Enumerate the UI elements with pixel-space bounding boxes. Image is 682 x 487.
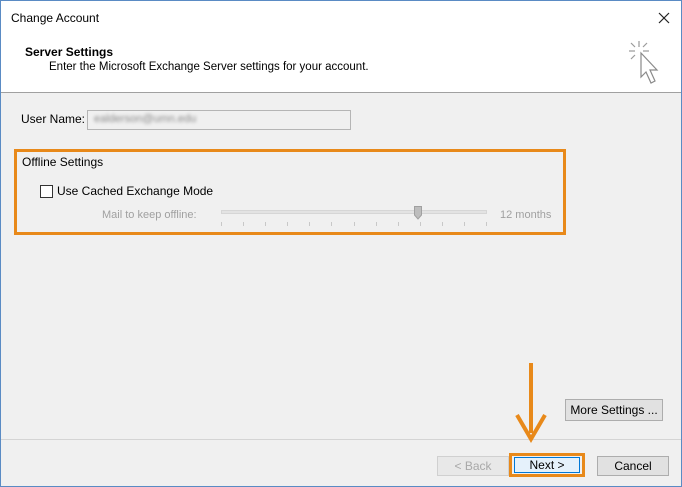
content-area: User Name: ealderson@umn.edu Offline Set…: [1, 94, 681, 439]
pointer-click-icon: [629, 41, 659, 84]
back-button[interactable]: < Back: [437, 456, 509, 476]
slider-tick: [464, 222, 465, 226]
slider-tick: [243, 222, 244, 226]
slider-tick: [331, 222, 332, 226]
window-title: Change Account: [11, 11, 100, 25]
slider-tick: [265, 222, 266, 226]
offline-settings-label: Offline Settings: [22, 155, 104, 169]
offline-settings-group: Offline Settings Use Cached Exchange Mod…: [14, 149, 566, 235]
page-title: Server Settings: [25, 45, 114, 59]
slider-tick: [287, 222, 288, 226]
slider-tick: [221, 222, 222, 226]
down-arrow-icon: [515, 363, 547, 443]
next-button[interactable]: Next >: [514, 457, 580, 473]
keep-offline-label: Mail to keep offline:: [102, 209, 197, 221]
change-account-window: Change Account Server Settings Enter the…: [0, 0, 682, 487]
slider-tick: [354, 222, 355, 226]
cached-mode-label: Use Cached Exchange Mode: [57, 184, 214, 198]
slider-tick: [309, 222, 310, 226]
slider-tick: [442, 222, 443, 226]
slider-tick: [398, 222, 399, 226]
username-field[interactable]: ealderson@umn.edu: [87, 110, 351, 130]
keep-offline-slider[interactable]: [221, 206, 487, 230]
slider-tick: [376, 222, 377, 226]
slider-thumb[interactable]: [414, 206, 422, 220]
slider-tick: [420, 222, 421, 226]
next-button-highlight: Next >: [509, 453, 585, 477]
username-label: User Name:: [21, 112, 86, 126]
page-subtitle: Enter the Microsoft Exchange Server sett…: [49, 61, 369, 73]
slider-track: [221, 210, 487, 214]
close-icon: [658, 12, 670, 24]
cached-mode-option[interactable]: Use Cached Exchange Mode: [40, 184, 213, 198]
keep-offline-value: 12 months: [500, 209, 552, 221]
cached-mode-checkbox[interactable]: [40, 184, 53, 198]
slider-tick: [486, 222, 487, 226]
close-button[interactable]: [653, 7, 675, 29]
more-settings-button[interactable]: More Settings ...: [565, 399, 663, 421]
cancel-button[interactable]: Cancel: [597, 456, 669, 476]
footer-divider: [1, 439, 681, 440]
username-value: ealderson@umn.edu: [94, 113, 197, 125]
title-bar: Change Account: [1, 1, 681, 33]
wizard-header: Server Settings Enter the Microsoft Exch…: [1, 33, 681, 93]
